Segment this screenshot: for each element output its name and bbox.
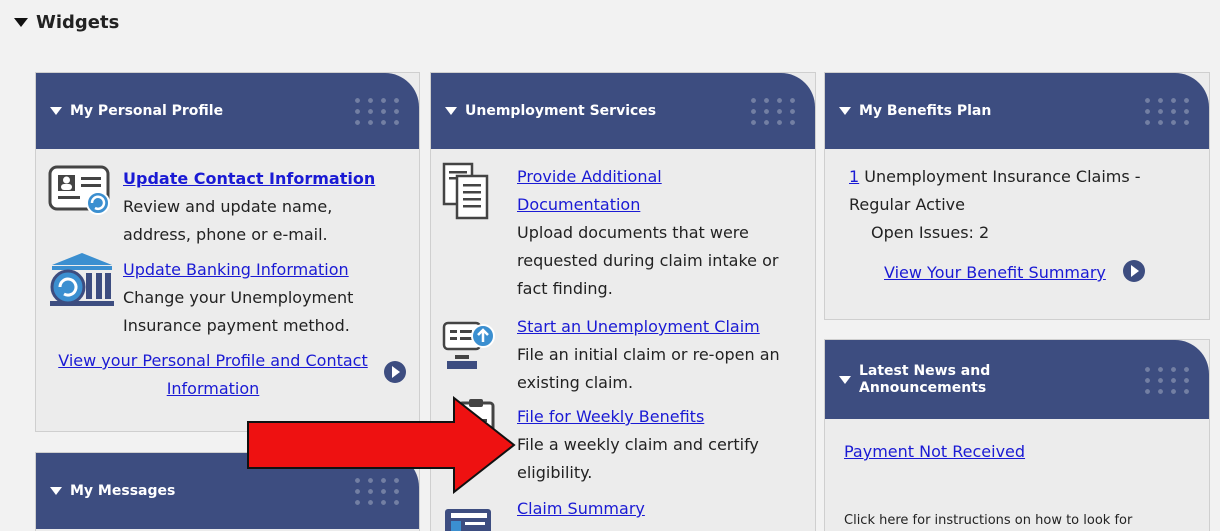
news-title-line-1: Latest News and — [859, 362, 991, 379]
provide-docs-desc-3: fact finding. — [517, 279, 613, 298]
news-header[interactable]: Latest News and Announcements — [825, 340, 1209, 419]
weekly-benefits-link[interactable]: File for Weekly Benefits — [517, 403, 759, 431]
collapse-triangle-icon — [14, 18, 28, 27]
benefits-plan-header[interactable]: My Benefits Plan — [825, 73, 1209, 149]
claim-summary-icon — [445, 509, 491, 531]
dots-decoration-icon — [1141, 95, 1193, 127]
provide-docs-link-line-1[interactable]: Provide Additional — [517, 163, 778, 191]
payment-not-received-link[interactable]: Payment Not Received — [844, 438, 1025, 466]
update-contact-desc-2: address, phone or e-mail. — [123, 225, 328, 244]
widgets-section-toggle[interactable]: Widgets — [14, 12, 119, 33]
view-benefit-summary-go-icon[interactable] — [1123, 260, 1145, 282]
dots-decoration-icon — [747, 95, 799, 127]
claim-summary-link[interactable]: Claim Summary — [517, 495, 645, 523]
collapse-triangle-icon — [445, 107, 457, 115]
benefits-plan-widget: My Benefits Plan 1 Unemployment Insuranc… — [824, 72, 1210, 320]
personal-profile-widget: My Personal Profile Update Contact Infor… — [35, 72, 420, 432]
view-profile-go-icon[interactable] — [384, 361, 406, 383]
red-pointer-arrow-icon — [247, 396, 516, 494]
widgets-section-title: Widgets — [36, 12, 120, 33]
view-benefit-summary-link[interactable]: View Your Benefit Summary — [884, 259, 1106, 287]
unemployment-services-title: Unemployment Services — [465, 102, 657, 119]
start-claim-desc-1: File an initial claim or re-open an — [517, 345, 780, 364]
dots-decoration-icon — [351, 95, 403, 127]
claims-text-2: Regular Active — [849, 195, 965, 214]
weekly-benefits-desc-2: eligibility. — [517, 463, 593, 482]
personal-profile-header[interactable]: My Personal Profile — [36, 73, 419, 149]
news-title: Latest News and Announcements — [859, 363, 990, 397]
update-banking-desc-2: Insurance payment method. — [123, 316, 350, 335]
collapse-triangle-icon — [50, 487, 62, 495]
dots-decoration-icon — [1141, 363, 1193, 396]
claim-form-icon — [442, 321, 495, 369]
news-widget: Latest News and Announcements Payment No… — [824, 339, 1210, 531]
unemployment-services-header[interactable]: Unemployment Services — [431, 73, 815, 149]
provide-docs-desc-2: requested during claim intake or — [517, 251, 779, 270]
update-banking-link[interactable]: Update Banking Information — [123, 256, 353, 284]
update-banking-desc-1: Change your Unemployment — [123, 288, 354, 307]
update-contact-desc-1: Review and update name, — [123, 197, 333, 216]
start-claim-link[interactable]: Start an Unemployment Claim — [517, 313, 780, 341]
collapse-triangle-icon — [839, 107, 851, 115]
provide-docs-link-line-2[interactable]: Documentation — [517, 191, 778, 219]
view-profile-link[interactable]: View your Personal Profile and Contact I… — [48, 347, 378, 403]
documents-icon — [442, 162, 489, 220]
active-claims-count-link[interactable]: 1 — [849, 167, 859, 186]
start-claim-desc-2: existing claim. — [517, 373, 634, 392]
benefits-plan-title: My Benefits Plan — [859, 102, 992, 119]
weekly-benefits-desc-1: File a weekly claim and certify — [517, 435, 759, 454]
messages-title: My Messages — [70, 482, 176, 499]
claims-text: Unemployment Insurance Claims - — [859, 167, 1141, 186]
collapse-triangle-icon — [50, 107, 62, 115]
news-title-line-2: Announcements — [859, 379, 987, 396]
personal-profile-title: My Personal Profile — [70, 102, 224, 119]
contact-card-icon — [48, 165, 110, 215]
view-profile-link-line-1: View your Personal Profile and Contact — [58, 351, 368, 370]
collapse-triangle-icon — [839, 375, 851, 384]
update-contact-link[interactable]: Update Contact Information — [123, 165, 375, 193]
provide-docs-desc-1: Upload documents that were — [517, 223, 749, 242]
news-item-text: Click here for instructions on how to lo… — [844, 513, 1133, 528]
bank-building-icon — [50, 253, 114, 306]
open-issues-text: Open Issues: 2 — [871, 223, 990, 242]
